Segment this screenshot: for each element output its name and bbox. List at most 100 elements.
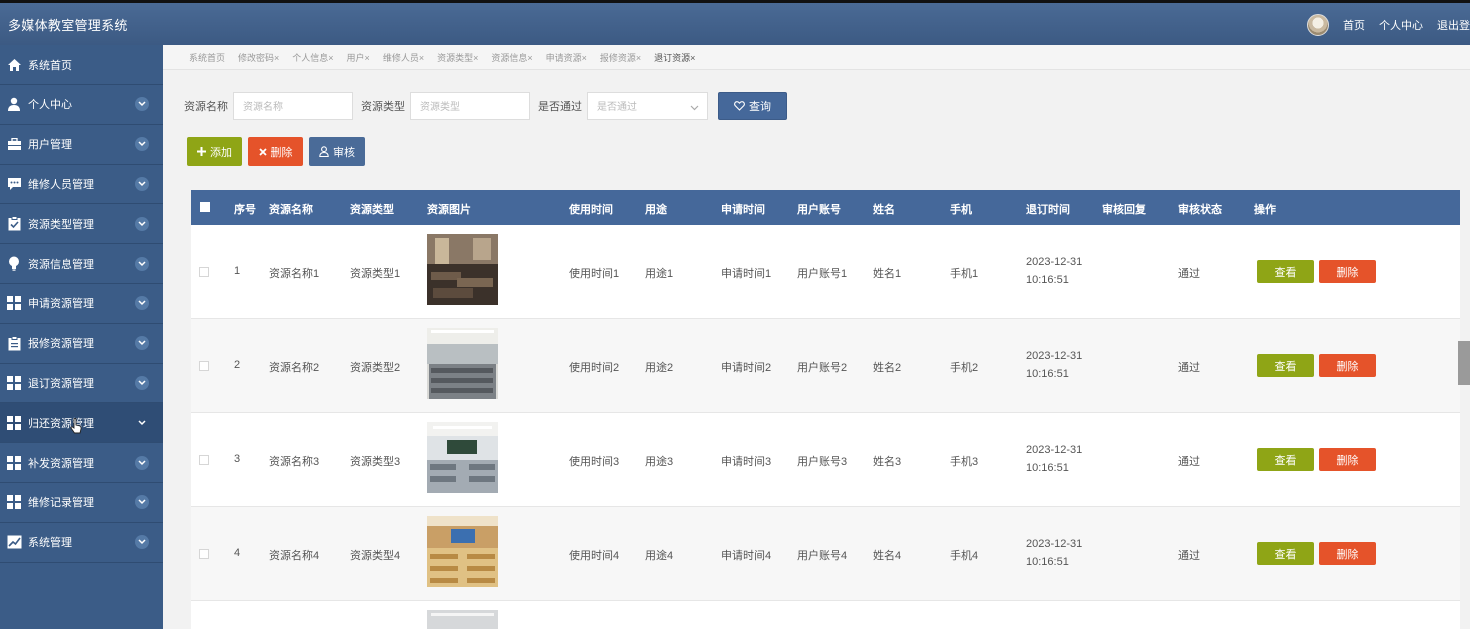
col-status: 审核状态 xyxy=(1178,204,1222,216)
audit-button[interactable]: 审核 xyxy=(309,137,365,166)
tab-repair[interactable]: 报修资源× xyxy=(600,51,641,64)
chevron-down-icon xyxy=(690,103,699,114)
row-apply-time: 申请时间1 xyxy=(721,268,772,280)
avatar[interactable] xyxy=(1307,14,1329,36)
header-link-home[interactable]: 首页 xyxy=(1343,17,1365,33)
col-actions: 操作 xyxy=(1254,204,1276,216)
row-checkbox[interactable] xyxy=(199,549,209,559)
sidebar-item-label: 个人中心 xyxy=(28,99,72,112)
tab-cancel[interactable]: 退订资源× xyxy=(654,51,695,64)
chevron-down-icon[interactable] xyxy=(135,97,149,112)
sidebar-item-users[interactable]: 用户管理 xyxy=(0,125,163,165)
chevron-down-icon[interactable] xyxy=(135,216,149,231)
row-type: 资源类型1 xyxy=(350,268,401,280)
row-status: 通过 xyxy=(1178,268,1200,280)
view-button[interactable]: 查看 xyxy=(1257,354,1314,377)
tab-apply[interactable]: 申请资源× xyxy=(546,51,587,64)
col-no: 序号 xyxy=(234,204,256,216)
row-apply-time: 申请时间2 xyxy=(721,362,772,374)
row-delete-button[interactable]: 删除 xyxy=(1319,542,1376,565)
row-checkbox[interactable] xyxy=(199,361,209,371)
row-cancel-date: 2023-12-31 xyxy=(1026,350,1083,362)
chevron-down-icon[interactable] xyxy=(135,296,149,311)
table-row: 1 资源名称1 资源类型1 使用时间1 用途1 申请时间1 用户账号1 姓名1 … xyxy=(191,225,1460,319)
row-purpose: 用途4 xyxy=(645,550,674,562)
col-phone: 手机 xyxy=(950,204,972,216)
tab-home[interactable]: 系统首页 xyxy=(189,51,225,64)
chevron-down-icon[interactable] xyxy=(135,495,149,510)
tab-users[interactable]: 用户× xyxy=(347,51,370,64)
chevron-down-icon[interactable] xyxy=(135,176,149,191)
home-icon xyxy=(6,57,22,73)
chevron-down-icon[interactable] xyxy=(135,137,149,152)
tab-repairers[interactable]: 维修人员× xyxy=(383,51,424,64)
sidebar-item-resource-info[interactable]: 资源信息管理 xyxy=(0,244,163,284)
row-name: 资源名称4 xyxy=(269,550,320,562)
heart-icon xyxy=(734,100,745,111)
sidebar-item-system[interactable]: 系统管理 xyxy=(0,523,163,563)
chevron-down-icon[interactable] xyxy=(135,256,149,271)
sidebar-item-profile[interactable]: 个人中心 xyxy=(0,85,163,125)
row-cancel-date: 2023-12-31 xyxy=(1026,444,1083,456)
row-no: 2 xyxy=(234,359,241,371)
sidebar-item-apply[interactable]: 申请资源管理 xyxy=(0,284,163,324)
row-delete-button[interactable]: 删除 xyxy=(1319,260,1376,283)
resource-name-label: 资源名称 xyxy=(184,100,228,113)
row-account: 用户账号1 xyxy=(797,268,848,280)
select-all-checkbox[interactable] xyxy=(200,202,210,212)
row-phone: 手机4 xyxy=(950,550,979,562)
resource-name-input[interactable]: 资源名称 xyxy=(233,91,353,120)
chart-icon xyxy=(6,534,22,550)
header-link-logout[interactable]: 退出登 xyxy=(1437,17,1470,33)
header-link-profile[interactable]: 个人中心 xyxy=(1379,17,1423,33)
col-real-name: 姓名 xyxy=(873,204,895,216)
chevron-down-icon[interactable] xyxy=(135,416,149,430)
table-row: 3 资源名称3 资源类型3 使用时间3 用途3 申请时间3 用户账号3 姓名3 … xyxy=(191,413,1460,507)
grid-icon xyxy=(6,455,22,471)
sidebar-item-repairers[interactable]: 维修人员管理 xyxy=(0,165,163,205)
sidebar: 系统首页 个人中心 用户管理 维修人员管理 资源类型管理 资源信息管理 申请资源… xyxy=(0,45,163,629)
tab-resource-types[interactable]: 资源类型× xyxy=(437,51,478,64)
row-delete-button[interactable]: 删除 xyxy=(1319,448,1376,471)
row-delete-button[interactable]: 删除 xyxy=(1319,354,1376,377)
delete-button[interactable]: 删除 xyxy=(248,137,303,166)
add-button-label: 添加 xyxy=(210,146,232,159)
sidebar-item-repair[interactable]: 报修资源管理 xyxy=(0,324,163,364)
row-apply-time: 申请时间3 xyxy=(721,456,772,468)
row-name: 资源名称1 xyxy=(269,268,320,280)
grid-icon xyxy=(6,295,22,311)
search-button[interactable]: 查询 xyxy=(718,91,787,120)
row-real-name: 姓名3 xyxy=(873,456,902,468)
chevron-down-icon[interactable] xyxy=(135,375,149,390)
chevron-down-icon[interactable] xyxy=(135,455,149,470)
sidebar-item-cancel[interactable]: 退订资源管理 xyxy=(0,364,163,404)
add-button[interactable]: 添加 xyxy=(187,137,242,166)
resource-image[interactable] xyxy=(427,234,498,305)
row-checkbox[interactable] xyxy=(199,267,209,277)
resource-image[interactable] xyxy=(427,516,498,587)
audit-button-label: 审核 xyxy=(333,146,355,159)
tab-profile[interactable]: 个人信息× xyxy=(292,51,333,64)
view-button[interactable]: 查看 xyxy=(1257,448,1314,471)
row-cancel-clock: 10:16:51 xyxy=(1026,556,1069,568)
sidebar-item-resource-types[interactable]: 资源类型管理 xyxy=(0,204,163,245)
chevron-down-icon[interactable] xyxy=(135,336,149,351)
tab-change-password[interactable]: 修改密码× xyxy=(238,51,279,64)
resource-type-input[interactable]: 资源类型 xyxy=(410,91,530,120)
user-outline-icon xyxy=(319,146,329,157)
view-button[interactable]: 查看 xyxy=(1257,542,1314,565)
sidebar-item-reissue[interactable]: 补发资源管理 xyxy=(0,443,163,483)
scrollbar-thumb[interactable] xyxy=(1458,341,1470,385)
tab-resource-info[interactable]: 资源信息× xyxy=(491,51,532,64)
resource-image[interactable] xyxy=(427,422,498,493)
resource-image[interactable] xyxy=(427,328,498,399)
resource-image[interactable] xyxy=(427,610,498,629)
sidebar-item-home[interactable]: 系统首页 xyxy=(0,45,163,85)
col-use-time: 使用时间 xyxy=(569,204,613,216)
approved-select[interactable]: 是否通过 xyxy=(587,91,708,120)
sidebar-item-repair-records[interactable]: 维修记录管理 xyxy=(0,483,163,523)
table-row: 4 资源名称4 资源类型4 使用时间4 用途4 申请时间4 用户账号4 姓名4 … xyxy=(191,507,1460,601)
row-checkbox[interactable] xyxy=(199,455,209,465)
chevron-down-icon[interactable] xyxy=(135,535,149,550)
view-button[interactable]: 查看 xyxy=(1257,260,1314,283)
